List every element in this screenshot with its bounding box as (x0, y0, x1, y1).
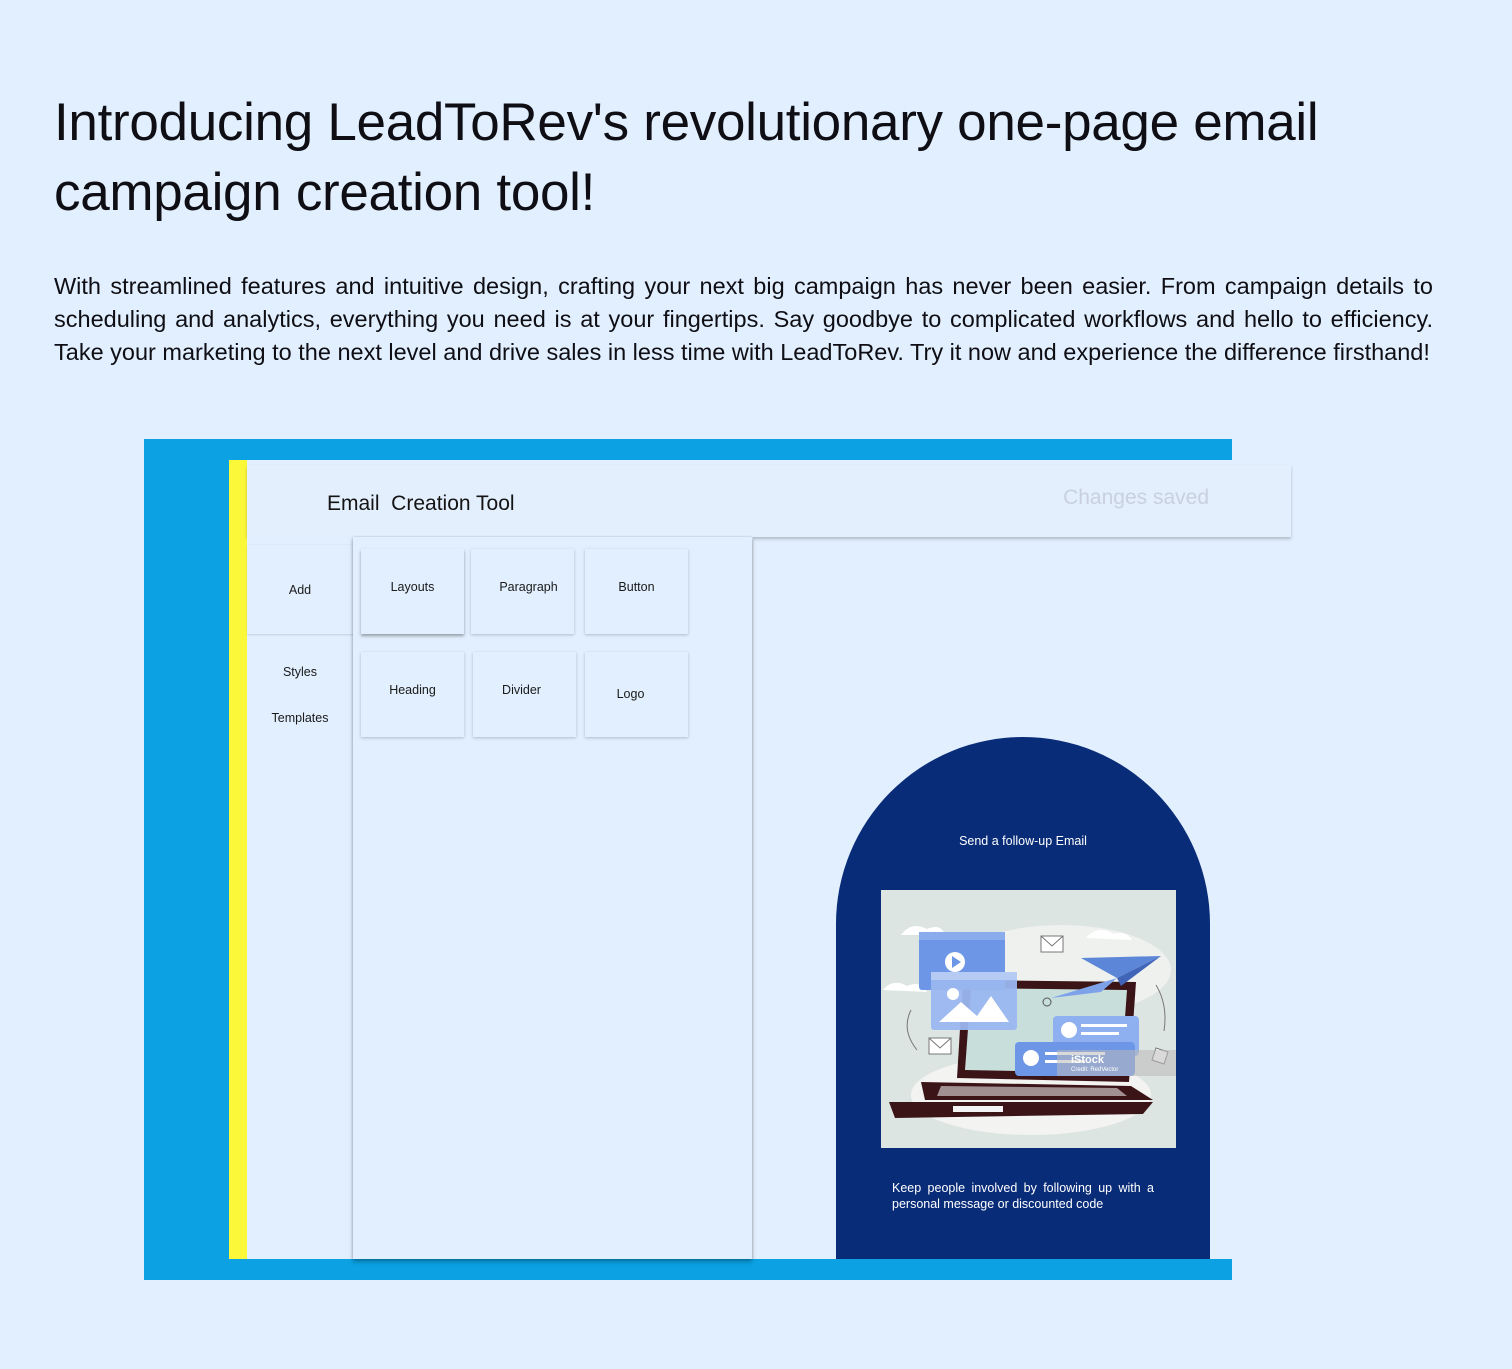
block-label: Divider (502, 682, 541, 697)
block-label: Button (618, 579, 655, 594)
email-preview: Send a follow-up Email iStock Credit: Re… (836, 737, 1210, 1259)
laptop-illustration: iStock Credit: RedVector (883, 925, 1176, 1135)
accent-stripe (229, 460, 247, 1259)
block-layouts[interactable]: Layouts (361, 549, 464, 634)
watermark-credit: Credit: RedVector (1071, 1067, 1118, 1073)
sidebar-item-add[interactable]: Add (247, 545, 353, 634)
block-label: Layouts (390, 579, 435, 594)
sidebar-item-templates[interactable]: Templates (247, 711, 353, 725)
block-logo[interactable]: Logo (585, 652, 688, 737)
page-headline: Introducing LeadToRev's revolutionary on… (54, 93, 1319, 222)
blocks-panel (353, 537, 752, 1259)
preview-title: Send a follow-up Email (959, 834, 1087, 848)
editor-sidebar: Add Styles Templates (247, 545, 353, 1259)
preview-body: Keep people involved by following up wit… (892, 1181, 1154, 1211)
block-paragraph[interactable]: Paragraph (471, 549, 574, 634)
save-status: Changes saved (1063, 486, 1209, 509)
block-divider[interactable]: Divider (473, 652, 576, 737)
watermark-label: iStock (1071, 1054, 1105, 1066)
block-button[interactable]: Button (585, 549, 688, 634)
editor-header: Email Creation Tool Changes saved (247, 465, 1291, 537)
block-label: Heading (389, 682, 436, 697)
block-heading[interactable]: Heading (361, 652, 464, 737)
intro-paragraph: With streamlined features and intuitive … (54, 273, 1433, 365)
sidebar-item-label: Add (288, 582, 312, 597)
block-label: Logo (616, 686, 645, 701)
sidebar-item-styles[interactable]: Styles (247, 665, 353, 679)
block-label: Paragraph (499, 579, 558, 594)
tool-title: Email Creation Tool (327, 492, 515, 515)
preview-illustration: iStock Credit: RedVector (881, 890, 1176, 1148)
